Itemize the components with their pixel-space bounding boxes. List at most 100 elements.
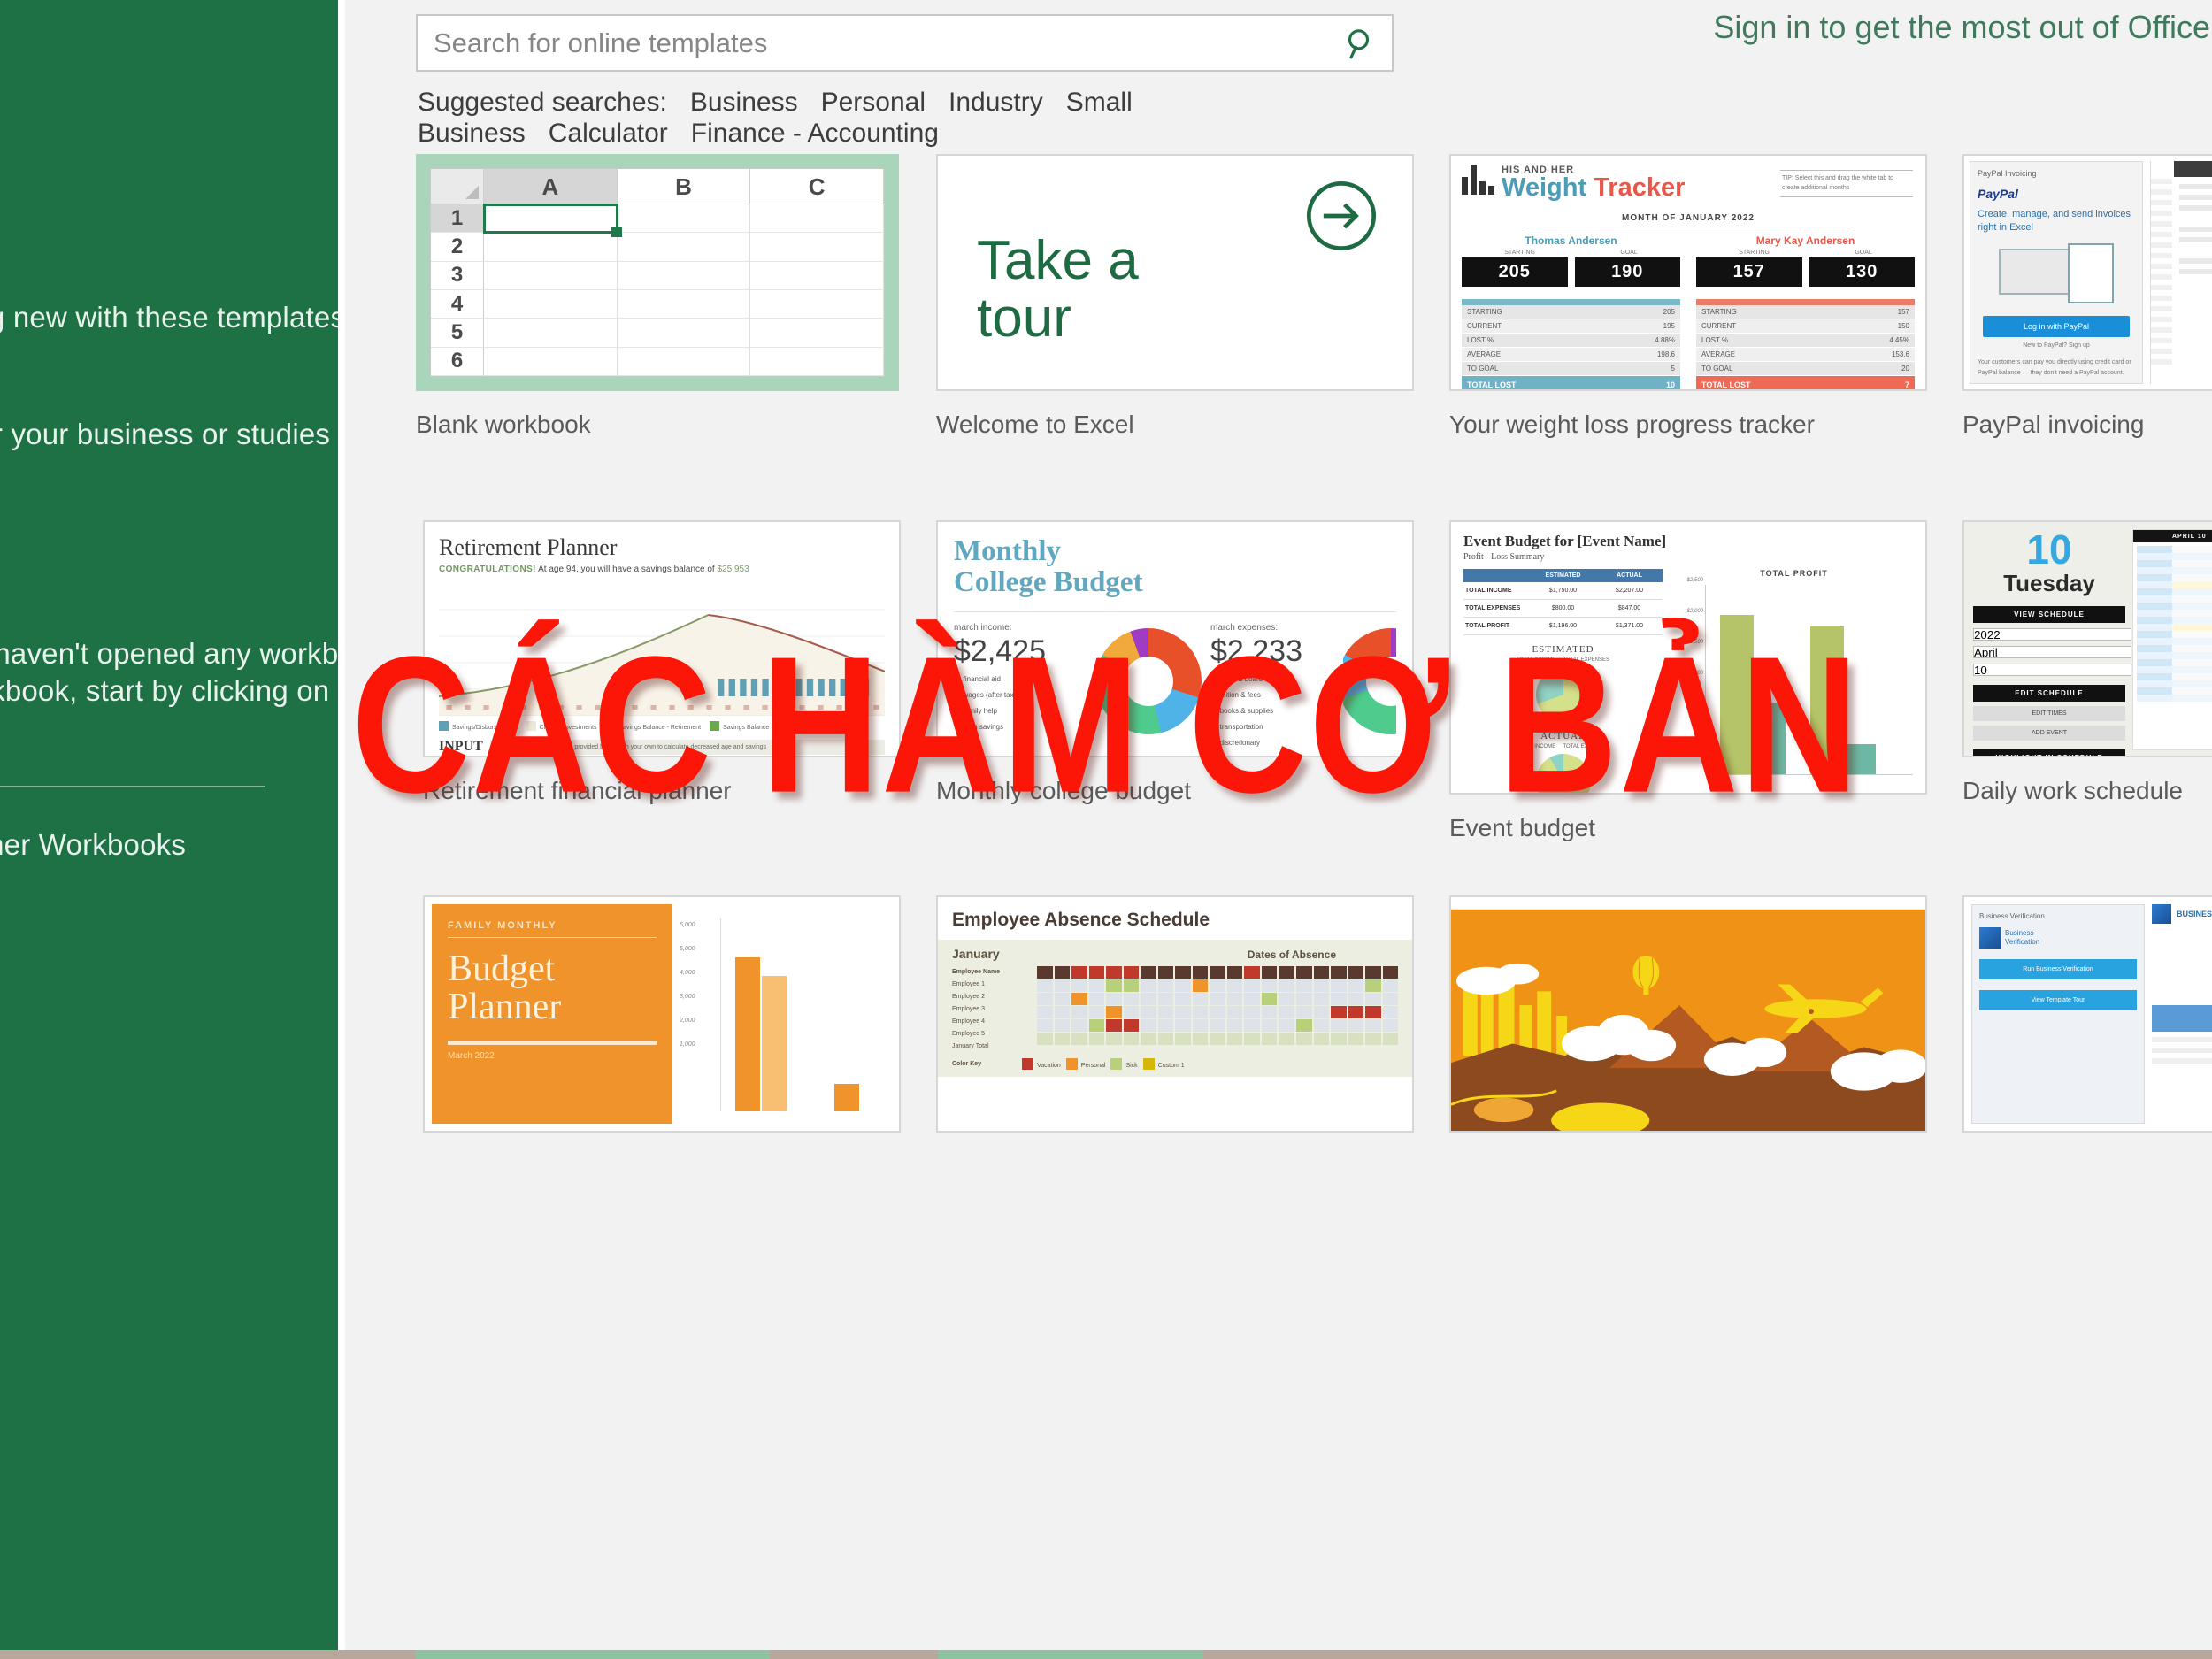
template-card-employee-absence-schedule[interactable]: Employee Absence Schedule January Dates …: [936, 895, 1414, 1152]
pie-legend-income: TOTAL INCOME: [1516, 744, 1556, 749]
estimated-pie-chart: [1535, 667, 1591, 722]
eb-col-head-actual: ACTUAL: [1617, 572, 1642, 579]
search-box[interactable]: [416, 14, 1394, 72]
person-a-row-label: TO GOAL: [1467, 365, 1499, 373]
suggested-search-business[interactable]: Business: [690, 88, 798, 117]
eb-row-actual: $2,207.00: [1615, 588, 1644, 594]
take-a-tour-thumbnail[interactable]: Take a tour: [936, 154, 1414, 391]
y-tick: 6,000: [680, 922, 695, 928]
sidebar-edge: [338, 0, 345, 1659]
y-tick: $1,500: [1686, 640, 1703, 645]
template-card-blank-workbook[interactable]: A B C 1 2 3 4 5 6 Blank workbook: [416, 154, 899, 439]
travel-illustration-thumbnail[interactable]: [1449, 895, 1927, 1133]
monthly-college-budget-thumbnail[interactable]: Monthly College Budget march income: $2,…: [936, 520, 1414, 757]
daily-work-schedule-thumbnail[interactable]: 10 Tuesday VIEW SCHEDULE Year Month Day …: [1962, 520, 2212, 757]
template-caption: Event budget: [1449, 814, 1596, 841]
template-gallery-pane: Suggested searches: Business Personal Indus…: [345, 0, 2212, 1659]
edit-times-button[interactable]: EDIT TIMES: [1973, 706, 2125, 721]
income-amount: $2,425: [954, 634, 1046, 668]
person-b-row-value: 153.6: [1891, 350, 1909, 358]
bv-worksheet: BUSINESS: [2152, 904, 2212, 1124]
y-tick: $0: [1697, 733, 1703, 738]
retirement-legend-item: Savings/Disbursements: [439, 721, 518, 731]
expenses-label: march expenses:: [1210, 622, 1279, 633]
y-tick: $2,500: [1686, 578, 1703, 583]
schedule-field-month: Month: [1973, 646, 2154, 658]
cell-b1: [617, 204, 751, 234]
estimated-pie-title: ESTIMATED: [1532, 644, 1594, 655]
view-template-tour-button[interactable]: View Template Tour: [1979, 990, 2137, 1010]
family-budget-eyebrow: FAMILY MONTHLY: [448, 920, 657, 938]
cell-c4: [750, 289, 884, 319]
employee-row-label: Employee Name: [952, 969, 1001, 975]
blank-workbook-thumbnail[interactable]: A B C 1 2 3 4 5 6: [416, 154, 899, 391]
person-b-row-label: AVERAGE: [1701, 350, 1736, 358]
tour-title-line-1: Take a: [977, 230, 1139, 291]
y-tick: $2,000: [1686, 609, 1703, 614]
search-button[interactable]: [1330, 16, 1392, 70]
template-card-weight-tracker[interactable]: TIP: Select this and drag the white tab …: [1449, 154, 1927, 439]
template-card-paypal-invoicing[interactable]: PayPal Invoicing PayPal Create, manage, …: [1962, 154, 2212, 439]
event-budget-thumbnail[interactable]: Event Budget for [Event Name] Profit - L…: [1449, 520, 1927, 795]
employee-row-label: January Total: [952, 1043, 989, 1049]
employee-row-label: Employee 3: [952, 1006, 985, 1012]
weight-tracker-title-tracker: Tracker: [1594, 173, 1686, 202]
bv-logo-line-2: Verification: [2005, 938, 2040, 946]
event-budget-subtitle: Profit - Loss Summary: [1463, 552, 1545, 562]
cell-a2: [484, 233, 618, 262]
paypal-login-button[interactable]: Log in with PayPal: [1983, 315, 2130, 337]
eb-row-label: TOTAL INCOME: [1465, 588, 1512, 594]
shield-icon: [1979, 927, 2001, 949]
template-card-travel-illustration[interactable]: [1449, 895, 1927, 1152]
cell-c2: [750, 233, 884, 262]
expense-item: ● books & supplies: [1210, 705, 1274, 717]
paypal-signup-link[interactable]: New to PayPal? Sign up: [1978, 342, 2135, 349]
event-budget-chart-title: TOTAL PROFIT: [1760, 569, 1828, 578]
window-bottom-edge: [0, 1650, 2212, 1659]
suggested-search-finance-accounting[interactable]: Finance - Accounting: [691, 119, 939, 148]
expense-item: ●other expenses: [1210, 754, 1343, 756]
suggested-search-industry[interactable]: Industry: [949, 88, 1043, 117]
template-card-welcome-to-excel[interactable]: Take a tour Welcome to Excel: [936, 154, 1414, 439]
cell-b4: [617, 289, 751, 319]
year-input[interactable]: [1973, 628, 2131, 641]
person-a-row-value: 5: [1671, 365, 1675, 373]
income-item: ● financial aid: [954, 673, 1001, 685]
template-card-event-budget[interactable]: Event Budget for [Event Name] Profit - L…: [1449, 520, 1927, 842]
retirement-input-label: INPUT: [439, 739, 483, 754]
worksheet-header-band: [2174, 161, 2212, 177]
search-input[interactable]: [418, 27, 1330, 59]
retirement-planner-title: Retirement Planner: [439, 534, 618, 560]
template-card-daily-work-schedule[interactable]: 10 Tuesday VIEW SCHEDULE Year Month Day …: [1962, 520, 2212, 805]
run-business-verification-button[interactable]: Run Business Verification: [1979, 959, 2137, 979]
event-budget-title: Event Budget for [Event Name]: [1463, 533, 1667, 549]
weight-tracker-thumbnail[interactable]: TIP: Select this and drag the white tab …: [1449, 154, 1927, 391]
employee-name-column: Employee Name Employee 1 Employee 2 Empl…: [952, 966, 1037, 1053]
retirement-chart: [438, 583, 886, 716]
y-tick: 3,000: [680, 994, 695, 1000]
template-card-family-budget-planner[interactable]: FAMILY MONTHLY Budget Planner March 2022…: [423, 895, 901, 1152]
suggested-search-personal[interactable]: Personal: [821, 88, 926, 117]
add-event-button[interactable]: ADD EVENT: [1973, 726, 2125, 741]
retirement-planner-thumbnail[interactable]: Retirement Planner CONGRATULATIONS! At a…: [423, 520, 901, 757]
family-budget-planner-thumbnail[interactable]: FAMILY MONTHLY Budget Planner March 2022…: [423, 895, 901, 1133]
legend-label: Class of Investments: [539, 725, 597, 731]
arrow-right-circle-icon: [1306, 180, 1377, 251]
day-input[interactable]: [1973, 664, 2131, 676]
sign-in-link[interactable]: Sign in to get the most out of Office: [1713, 9, 2212, 46]
person-b-total-label: TOTAL LOST: [1701, 380, 1751, 389]
template-card-business-verification[interactable]: Business Verification Business Verificat…: [1962, 895, 2212, 1152]
template-card-monthly-college-budget[interactable]: Monthly College Budget march income: $2,…: [936, 520, 1414, 805]
schedule-day-name: Tuesday: [2003, 570, 2095, 596]
paypal-invoicing-thumbnail[interactable]: PayPal Invoicing PayPal Create, manage, …: [1962, 154, 2212, 391]
legend-label: Savings Balance: [723, 725, 770, 731]
suggested-search-calculator[interactable]: Calculator: [549, 119, 668, 148]
sidebar-open-other-workbooks-link[interactable]: Open Other Workbooks: [0, 828, 186, 862]
table-row: TOTAL PROFIT $1,196.00 $1,371.00: [1463, 618, 1663, 635]
person-a-row-value: 198.6: [1656, 350, 1675, 358]
month-input[interactable]: [1973, 646, 2131, 658]
template-card-retirement-planner[interactable]: Retirement Planner CONGRATULATIONS! At a…: [423, 520, 901, 805]
business-verification-thumbnail[interactable]: Business Verification Business Verificat…: [1962, 895, 2212, 1133]
employee-absence-thumbnail[interactable]: Employee Absence Schedule January Dates …: [936, 895, 1414, 1133]
paypal-panel-title: PayPal Invoicing: [1978, 169, 2037, 178]
